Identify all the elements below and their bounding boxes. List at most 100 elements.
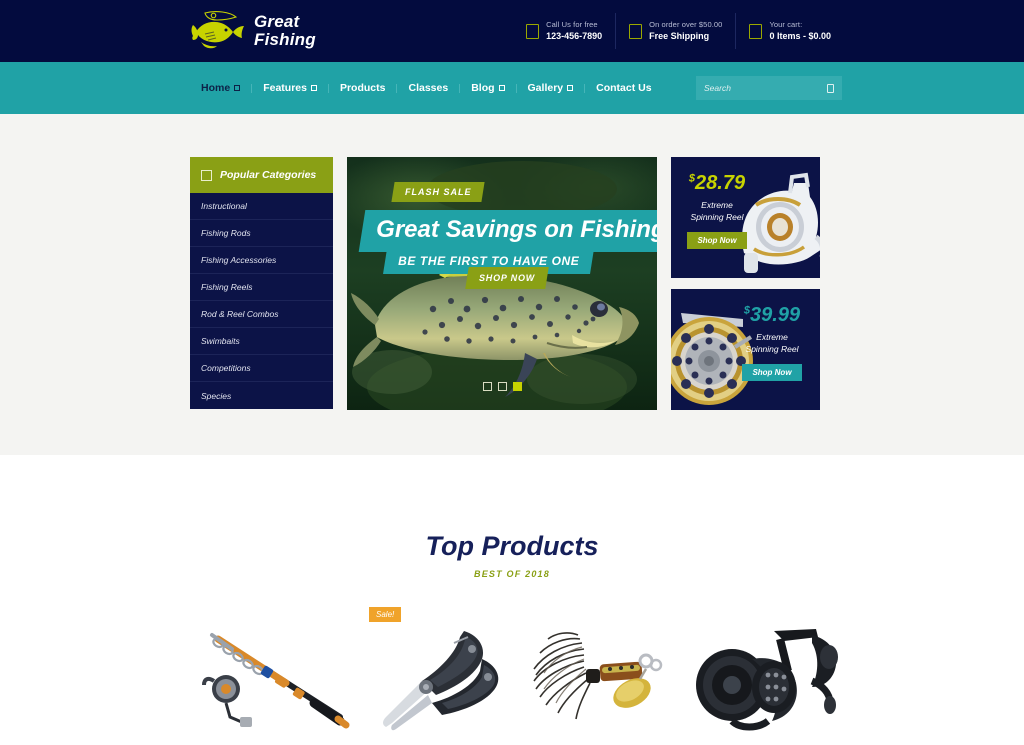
promo-btn-label-1: Shop Now — [697, 235, 737, 245]
promo-description-1: Extreme Spinning Reel — [684, 199, 750, 224]
chevron-down-icon — [234, 85, 241, 91]
promo-amount-1: 28.79 — [695, 172, 746, 194]
category-label: Swimbaits — [201, 336, 240, 346]
category-label: Competitions — [201, 363, 251, 373]
main-navigation: Home Features Products Classes Blog Gall… — [0, 62, 1024, 114]
cart-total: 0 Items - $0.00 — [769, 30, 831, 41]
nav-label-blog: Blog — [471, 82, 495, 94]
shipping-value: Free Shipping — [649, 30, 710, 41]
phone-icon — [526, 23, 540, 39]
flash-sale-badge: FLASH SALE — [391, 182, 485, 202]
top-info-cart[interactable]: Your cart: 0 Items - $0.00 — [735, 13, 844, 49]
nav-label-products: Products — [339, 82, 386, 94]
sidebar-item-species[interactable]: Species — [190, 382, 333, 409]
nav-list: Home Features Products Classes Blog Gall… — [190, 82, 663, 94]
nav-item-contact-us[interactable]: Contact Us — [585, 82, 662, 94]
top-bar: Great Fishing Call Us for free 123-456-7… — [0, 0, 1024, 62]
hero-title: Great Savings on Fishing! — [358, 210, 657, 252]
nav-item-gallery[interactable]: Gallery — [517, 82, 585, 94]
product-card-fishing-pliers[interactable]: Sale! — [356, 607, 522, 735]
sidebar-item-fishing-accessories[interactable]: Fishing Accessories — [190, 247, 333, 274]
sidebar-item-rod-and-reel-combos[interactable]: Rod & Reel Combos — [190, 301, 333, 328]
black-spinning-reel-image — [696, 629, 838, 731]
category-list: Instructional Fishing Rods Fishing Acces… — [190, 193, 333, 409]
sidebar-item-fishing-reels[interactable]: Fishing Reels — [190, 274, 333, 301]
top-info-shipping[interactable]: On order over $50.00 Free Shipping — [615, 13, 735, 49]
brand-line-1: Great — [254, 12, 300, 32]
sidebar-item-competitions[interactable]: Competitions — [190, 355, 333, 382]
nav-item-products[interactable]: Products — [329, 82, 397, 94]
flash-sale-label: FLASH SALE — [405, 187, 472, 197]
promo-desc-line2-1: Spinning Reel — [690, 212, 744, 223]
sidebar-item-fishing-rods[interactable]: Fishing Rods — [190, 220, 333, 247]
promo-shop-now-button-2[interactable]: Shop Now — [742, 363, 802, 381]
nav-item-classes[interactable]: Classes — [397, 82, 459, 94]
phone-label: Call Us for free — [546, 20, 598, 30]
hero-carousel[interactable]: FLASH SALE Great Savings on Fishing! BE … — [347, 157, 657, 410]
search-input[interactable] — [704, 83, 827, 93]
carousel-dot-2[interactable] — [497, 382, 507, 391]
nav-label-home: Home — [201, 82, 231, 94]
carousel-dot-3[interactable] — [512, 382, 522, 391]
hero-title-text: Great Savings on Fishing! — [376, 216, 657, 243]
promo-desc-line1-1: Extreme — [701, 200, 733, 210]
category-label: Rod & Reel Combos — [201, 309, 279, 319]
status-badge: Sale! — [369, 607, 402, 622]
page-title: Top Products — [425, 531, 599, 561]
cart-icon — [749, 23, 763, 39]
top-info-phone[interactable]: Call Us for free 123-456-7890 — [513, 13, 615, 49]
top-products-subtitle: BEST OF 2018 — [474, 569, 550, 579]
popular-categories-title: Popular Categories — [220, 169, 317, 181]
promo-card-fly-reel-39[interactable]: $39.99 Extreme Spinning Reel Shop Now — [671, 289, 820, 410]
multi-tool-fishing-pliers-image — [383, 631, 499, 731]
hero-subtitle-text: BE THE FIRST TO HAVE ONE — [398, 254, 580, 268]
sidebar-item-swimbaits[interactable]: Swimbaits — [190, 328, 333, 355]
promo-description-2: Extreme Spinning Reel — [736, 331, 808, 356]
promo-price-1: $28.79 — [684, 173, 750, 193]
sidebar-item-instructional[interactable]: Instructional — [190, 193, 333, 220]
chevron-down-icon — [310, 85, 317, 91]
promo-shop-now-button-1[interactable]: Shop Now — [687, 231, 747, 249]
promo-amount-2: 39.99 — [750, 304, 801, 326]
fish-logo-icon — [191, 11, 244, 49]
category-label: Instructional — [201, 201, 247, 211]
nav-item-blog[interactable]: Blog — [460, 82, 515, 94]
product-card-spinner-lure[interactable] — [522, 607, 688, 735]
carousel-dot-1[interactable] — [482, 382, 492, 391]
product-card-spinning-reel[interactable] — [688, 607, 854, 735]
category-label: Species — [201, 390, 232, 401]
promo-card-spinning-reel-28[interactable]: $28.79 Extreme Spinning Reel Shop Now — [671, 157, 820, 278]
site-logo[interactable]: Great Fishing — [180, 10, 460, 52]
brand-name: Great Fishing — [254, 13, 316, 49]
popular-categories-header: Popular Categories — [190, 157, 333, 193]
search-icon[interactable] — [827, 83, 834, 93]
category-label: Fishing Accessories — [201, 255, 277, 265]
category-label: Fishing Rods — [201, 228, 251, 238]
search-area — [696, 76, 842, 100]
promo-column: $28.79 Extreme Spinning Reel Shop Now $3… — [671, 157, 820, 410]
promo-desc-line2-2: Spinning Reel — [745, 344, 799, 355]
nav-item-home[interactable]: Home — [190, 82, 251, 94]
hero-shop-now-button[interactable]: SHOP NOW — [465, 267, 549, 289]
popular-categories-panel: Popular Categories Instructional Fishing… — [190, 157, 333, 410]
product-grid: Sale! — [180, 607, 844, 735]
telescopic-fishing-rod-image — [202, 633, 350, 729]
promo-price-2: $39.99 — [736, 305, 808, 325]
top-info-group: Call Us for free 123-456-7890 On order o… — [460, 13, 844, 49]
promo-desc-line1-2: Extreme — [756, 332, 788, 342]
carousel-indicators — [347, 382, 657, 391]
nav-label-contact-us: Contact Us — [596, 82, 652, 94]
nav-label-classes: Classes — [408, 82, 449, 94]
nav-item-features[interactable]: Features — [252, 82, 328, 94]
top-products-section: Top Products BEST OF 2018 Sale! — [0, 455, 1024, 735]
list-icon — [201, 169, 212, 181]
chevron-down-icon — [567, 85, 574, 91]
nav-label-gallery: Gallery — [527, 82, 564, 94]
product-card-rod-combo[interactable] — [190, 607, 356, 735]
truck-icon — [629, 23, 643, 39]
cart-label: Your cart: — [769, 20, 803, 30]
nav-label-features: Features — [263, 82, 307, 94]
phone-number: 123-456-7890 — [546, 30, 603, 41]
hero-section: Popular Categories Instructional Fishing… — [0, 114, 1024, 455]
search-box[interactable] — [696, 76, 842, 100]
